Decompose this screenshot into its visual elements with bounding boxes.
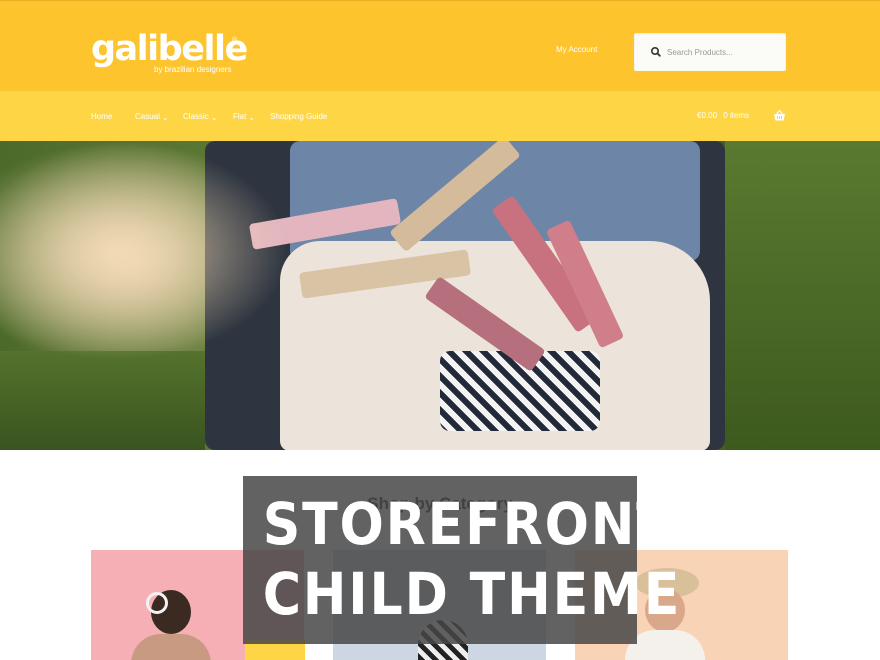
site-logo[interactable]: galibelle ® by brazilian designers [91, 29, 248, 74]
chevron-down-icon: ⌄ [248, 113, 256, 122]
grass-area [725, 141, 880, 450]
chevron-down-icon: ⌄ [210, 113, 218, 122]
page: galibelle ® by brazilian designers My Ac… [0, 0, 880, 660]
search-icon [650, 46, 661, 57]
nav-item-flat[interactable]: Flat ⌄ [233, 112, 256, 122]
hero-image [0, 141, 880, 450]
nav-item-casual[interactable]: Casual ⌄ [135, 112, 169, 122]
nav-item-label: Shopping Guide [270, 112, 328, 121]
cart-amount: €0.00 [697, 111, 718, 120]
cart-item-count: 0 items [723, 111, 750, 120]
model-figure [131, 634, 211, 660]
model-figure [625, 630, 705, 660]
cart-summary[interactable]: €0.00 0 items [697, 111, 749, 120]
chevron-down-icon: ⌄ [161, 113, 169, 122]
nav-item-label: Casual [135, 112, 160, 121]
blurred-hand [0, 141, 290, 361]
search-box[interactable] [634, 33, 786, 71]
primary-navigation: Home Casual ⌄ Classic ⌄ Flat ⌄ Shopping Gui… [0, 91, 880, 141]
logo-wordmark: galibelle [91, 29, 248, 69]
theme-banner-overlay: STOREFRONT CHILD THEME [243, 476, 682, 644]
grass-area [0, 351, 205, 450]
site-header: galibelle ® by brazilian designers My Ac… [0, 0, 880, 91]
registered-mark: ® [232, 37, 238, 44]
banner-line-2: CHILD THEME [262, 560, 682, 628]
nav-item-home[interactable]: Home [91, 112, 112, 121]
nav-item-label: Flat [233, 112, 247, 121]
nav-item-classic[interactable]: Classic ⌄ [183, 112, 218, 122]
logo-tagline: by brazilian designers [154, 65, 232, 74]
nav-item-shopping-guide[interactable]: Shopping Guide [270, 112, 327, 121]
nav-item-label: Classic [183, 112, 209, 121]
basket-icon[interactable] [773, 109, 786, 122]
search-input[interactable] [667, 43, 779, 61]
banner-line-1: STOREFRONT [262, 490, 674, 558]
headphones-icon [146, 592, 168, 614]
my-account-link[interactable]: My Account [556, 45, 597, 54]
nav-item-label: Home [91, 112, 113, 121]
